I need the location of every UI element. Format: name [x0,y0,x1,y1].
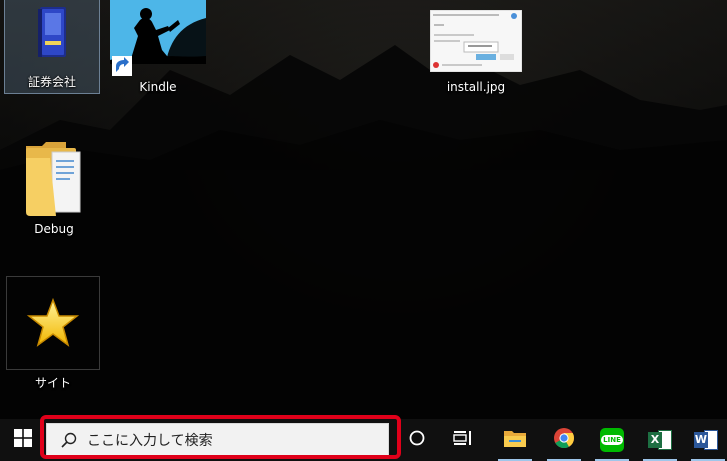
taskbar-app-file-explorer[interactable] [492,419,538,461]
desktop: 証券会社 Kindle install.jpg Debug サイト ここに入力し… [0,0,727,461]
taskbar-app-chrome[interactable] [541,419,587,461]
taskbar: ここに入力して検索 LINE X W [0,419,727,461]
taskbar-app-line[interactable]: LINE [589,419,635,461]
start-button[interactable] [0,419,46,461]
desktop-icon-shoken[interactable]: 証券会社 [4,0,100,94]
line-badge-text: LINE [601,435,623,445]
desktop-icon-kindle[interactable]: Kindle [110,0,206,94]
excel-letter: X [648,432,662,448]
kindle-icon [110,0,206,76]
desktop-icon-site[interactable]: サイト [6,276,100,391]
star-icon [6,276,100,370]
task-view-button[interactable] [441,419,485,461]
taskbar-app-word[interactable]: W [685,419,727,461]
file-explorer-icon [503,428,527,452]
excel-icon: X [648,429,672,451]
blue-book-shortcut-icon [32,5,72,65]
cortana-circle-icon [409,430,425,450]
search-icon [61,432,77,448]
line-icon: LINE [600,428,624,452]
taskbar-app-excel[interactable]: X [637,419,683,461]
image-thumbnail-icon [429,9,523,73]
word-letter: W [694,432,708,448]
icon-label-install-jpg: install.jpg [446,80,506,94]
cortana-button[interactable] [395,419,439,461]
icon-label-site: サイト [34,376,71,390]
search-placeholder: ここに入力して検索 [87,432,213,449]
windows-logo-icon [14,429,32,451]
icon-label-shoken: 証券会社 [27,75,76,89]
word-icon: W [694,429,718,451]
taskbar-search-box[interactable]: ここに入力して検索 [46,423,389,456]
task-view-icon [453,430,473,450]
icon-label-debug: Debug [34,222,74,236]
desktop-icon-debug[interactable]: Debug [6,138,102,236]
desktop-icon-install-jpg[interactable]: install.jpg [428,9,524,94]
icon-label-kindle: Kindle [139,80,177,94]
folder-icon [22,138,86,218]
chrome-icon [553,427,575,453]
